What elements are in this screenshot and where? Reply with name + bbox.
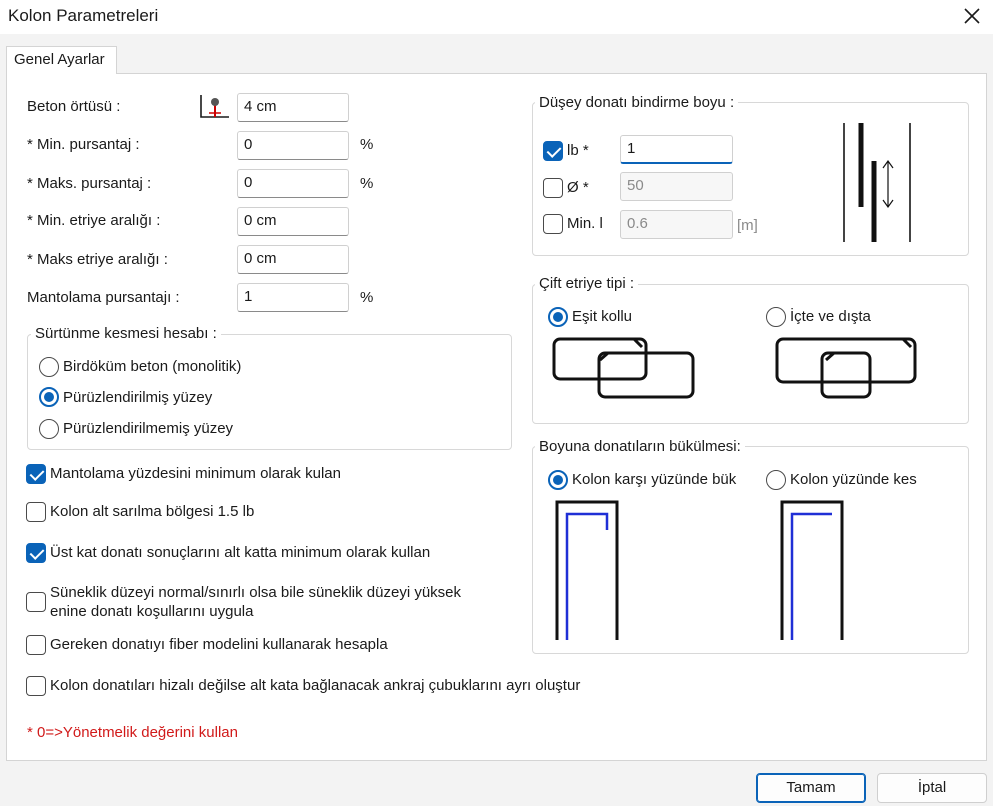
note-text: * 0=>Yönetmelik değerini kullan <box>27 724 238 741</box>
min-etriye-input[interactable]: 0 cm <box>237 207 349 236</box>
lb-label: lb * <box>567 142 589 159</box>
beton-ortusu-input[interactable]: 4 cm <box>237 93 349 122</box>
mantolama-min-checkbox[interactable] <box>26 464 46 484</box>
fiber-model-checkbox[interactable] <box>26 635 46 655</box>
diameter-input[interactable]: 50 <box>620 172 733 201</box>
cancel-button[interactable]: İptal <box>877 773 987 803</box>
icte-dista-label: İçte ve dışta <box>790 308 871 325</box>
surtunme-option-label: Pürüzlendirilmemiş yüzey <box>63 420 234 437</box>
checkbox-label: Gereken donatıyı fiber modelini kullanar… <box>50 636 388 653</box>
surtunme-option-label: Pürüzlendirilmiş yüzey <box>63 389 213 406</box>
window-title: Kolon Parametreleri <box>8 6 159 25</box>
suneklik-checkbox[interactable] <box>26 592 46 612</box>
beton-ortusu-label: Beton örtüsü : <box>27 98 121 115</box>
ok-button[interactable]: Tamam <box>756 773 866 803</box>
surtunme-group-title: Sürtünme kesmesi hesabı : <box>31 325 221 342</box>
diameter-checkbox[interactable] <box>543 178 563 198</box>
bukulme-group-title: Boyuna donatıların bükülmesi: <box>535 438 745 455</box>
checkbox-label: Kolon alt sarılma bölgesi 1.5 lb <box>50 503 255 520</box>
checkbox-label: Mantolama yüzdesini minimum olarak kulan <box>50 465 341 482</box>
lb-checkbox[interactable] <box>543 141 563 161</box>
surtunme-option-label: Birdöküm beton (monolitik) <box>63 358 242 375</box>
min-etriye-label: * Min. etriye aralığı : <box>27 212 161 229</box>
mantolama-unit: % <box>360 289 374 306</box>
min-l-checkbox[interactable] <box>543 214 563 234</box>
tab-strip <box>0 34 993 72</box>
ust-kat-checkbox[interactable] <box>26 543 46 563</box>
min-l-input[interactable]: 0.6 <box>620 210 733 239</box>
min-pursantaj-label: * Min. pursantaj : <box>27 136 140 153</box>
close-icon[interactable] <box>960 4 984 28</box>
checkbox-label: Üst kat donatı sonuçlarını alt katta min… <box>50 544 431 561</box>
concrete-cover-icon[interactable] <box>197 93 231 121</box>
checkbox-label: Süneklik düzeyi normal/sınırlı olsa bile… <box>50 584 462 601</box>
maks-etriye-label: * Maks etriye aralığı : <box>27 251 168 268</box>
esit-kollu-label: Eşit kollu <box>572 308 633 325</box>
icte-dista-radio[interactable] <box>766 307 786 327</box>
maks-pursantaj-unit: % <box>360 175 374 192</box>
karsi-yuzde-buk-label: Kolon karşı yüzünde bük <box>572 471 737 488</box>
bindirme-group-title: Düşey donatı bindirme boyu : <box>535 94 739 111</box>
min-l-unit: [m] <box>737 217 758 234</box>
yuzde-kes-radio[interactable] <box>766 470 786 490</box>
esit-kollu-illustration <box>546 333 701 403</box>
min-l-label: Min. l <box>567 215 603 232</box>
min-pursantaj-unit: % <box>360 136 374 153</box>
icte-dista-illustration <box>771 333 926 403</box>
mantolama-label: Mantolama pursantajı : <box>27 289 180 306</box>
tab-genel-ayarlar[interactable]: Genel Ayarlar <box>6 46 117 74</box>
alt-sarilma-checkbox[interactable] <box>26 502 46 522</box>
karsi-yuzde-buk-radio[interactable] <box>548 470 568 490</box>
maks-pursantaj-label: * Maks. pursantaj : <box>27 175 152 192</box>
maks-etriye-input[interactable]: 0 cm <box>237 245 349 274</box>
cift-etriye-group-title: Çift etriye tipi : <box>535 275 639 292</box>
checkbox-label-line2: enine donatı koşullarını uygula <box>50 603 254 620</box>
ankraj-checkbox[interactable] <box>26 676 46 696</box>
checkbox-label: Kolon donatıları hizalı değilse alt kata… <box>50 677 581 694</box>
kolon-karsi-bukme-illustration <box>553 498 623 640</box>
lap-splice-illustration <box>812 121 937 244</box>
mantolama-input[interactable]: 1 <box>237 283 349 312</box>
maks-pursantaj-input[interactable]: 0 <box>237 169 349 198</box>
diameter-label: Ø * <box>567 179 589 196</box>
surtunme-radio-1[interactable] <box>39 387 59 407</box>
esit-kollu-radio[interactable] <box>548 307 568 327</box>
lb-input[interactable]: 1 <box>620 135 733 164</box>
min-pursantaj-input[interactable]: 0 <box>237 131 349 160</box>
kolon-yuzde-kesme-illustration <box>778 498 848 640</box>
yuzde-kes-label: Kolon yüzünde kes <box>790 471 917 488</box>
surtunme-radio-0[interactable] <box>39 357 59 377</box>
surtunme-radio-2[interactable] <box>39 419 59 439</box>
